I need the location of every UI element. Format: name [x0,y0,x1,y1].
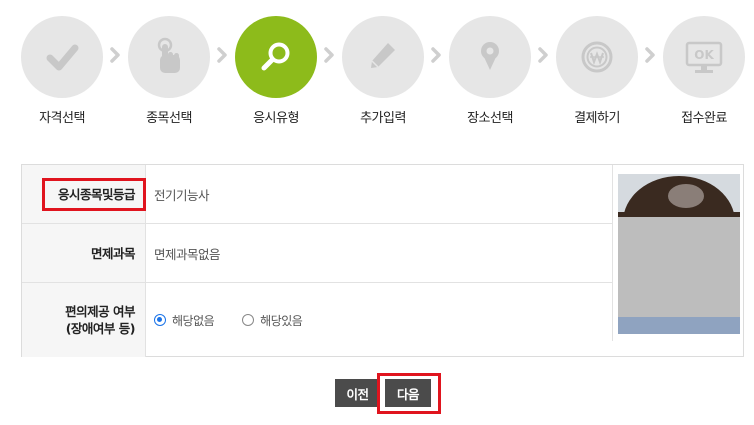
exempt-subject-value: 면제과목없음 [154,246,221,262]
svg-text:OK: OK [694,48,714,62]
step-circle [21,16,103,98]
step-label: 결제하기 [574,111,620,126]
next-button-highlight [377,373,441,414]
check-icon [46,44,79,71]
radio-applicable[interactable]: 해당있음 [242,312,303,329]
step-label: 종목선택 [146,111,192,126]
step-additional-input: 추가입력 [341,16,425,126]
step-label: 접수완료 [681,111,727,126]
radio-label: 해당있음 [260,313,303,328]
photo-divider [612,165,613,341]
step-circle [449,16,531,98]
radio-selected-icon[interactable] [154,314,166,326]
accommodation-label-line1: 편의제공 여부 [65,304,135,319]
pencil-icon [371,43,395,68]
chevron-right-icon [534,46,552,64]
radio-unselected-icon[interactable] [242,314,255,326]
exempt-subject-label: 면제과목 [22,224,146,282]
accommodation-label-line2: (장애여부 등) [65,321,136,336]
chevron-right-icon [427,46,445,64]
chevron-right-icon [641,46,659,64]
applicant-photo [618,174,740,334]
prev-button[interactable]: 이전 [335,379,380,407]
step-circle [556,16,638,98]
chevron-right-icon [213,46,231,64]
step-label: 장소선택 [467,111,513,126]
exempt-subject-row: 면제과목 면제과목없음 [22,224,612,282]
step-circle: OK [663,16,745,98]
chevron-right-icon [320,46,338,64]
location-pin-icon [481,42,499,70]
application-form: 응시종목및등급 전기기능사 면제과목 면제과목없음 편의제공 여부 (장애여부 … [21,164,744,357]
ok-monitor-icon: OK [685,41,723,73]
step-label: 응시유형 [253,111,299,126]
accommodation-radio-group: 해당없음 해당있음 [154,312,330,329]
pointer-hand-icon [157,37,180,73]
radio-label: 해당없음 [172,313,215,328]
step-complete: OK 접수완료 [662,16,746,126]
step-circle [128,16,210,98]
step-circle [342,16,424,98]
won-coin-icon [581,41,613,73]
accommodation-options: 해당없음 해당있음 [146,283,612,357]
exam-item-value: 전기기능사 [154,187,210,203]
photo-redaction [618,217,740,317]
radio-not-applicable[interactable]: 해당없음 [154,312,215,329]
step-subject: 종목선택 [127,16,211,126]
chevron-right-icon [106,46,124,64]
step-payment: 결제하기 [555,16,639,126]
step-location: 장소선택 [448,16,532,126]
step-qualification: 자격선택 [20,16,104,126]
step-circle [235,16,317,98]
accommodation-label: 편의제공 여부 (장애여부 등) [22,283,146,357]
step-label: 자격선택 [39,111,85,126]
step-label: 추가입력 [360,111,406,126]
accommodation-row: 편의제공 여부 (장애여부 등) 해당없음 해당있음 [22,283,612,357]
exam-item-highlight [42,178,146,211]
search-icon [261,42,290,71]
step-exam-type: 응시유형 [234,16,318,126]
